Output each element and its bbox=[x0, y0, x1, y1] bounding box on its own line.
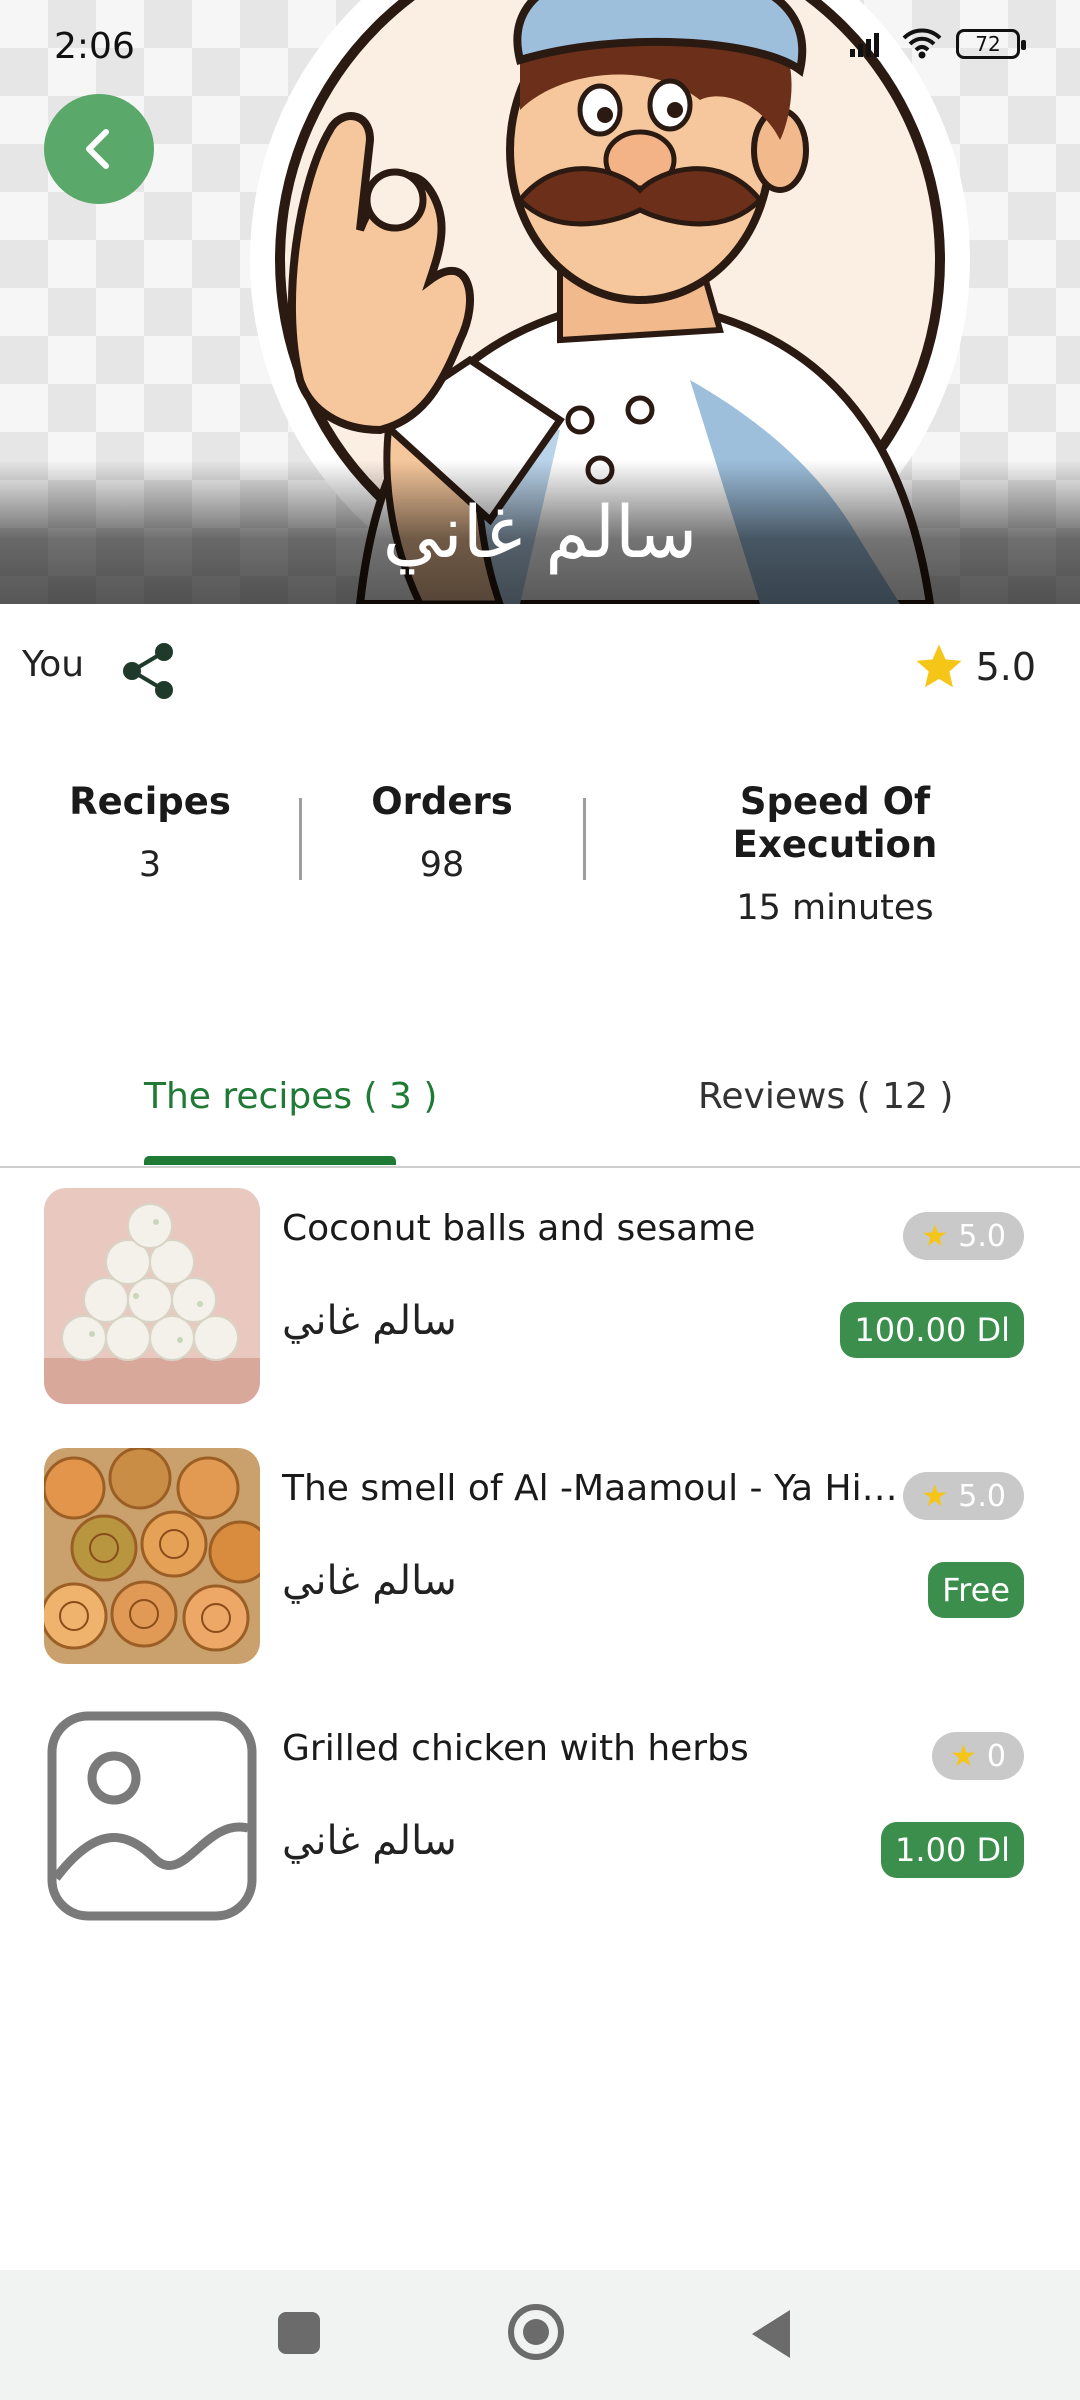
status-bar: 2:06 72 bbox=[0, 0, 1080, 100]
recipe-author: سالم غاني bbox=[282, 1298, 457, 1344]
recipe-thumbnail bbox=[44, 1448, 260, 1664]
status-icons: 72 bbox=[848, 28, 1026, 60]
star-icon: ★ bbox=[921, 1218, 949, 1254]
recipe-rating-value: 5.0 bbox=[958, 1218, 1006, 1254]
recipe-rating-value: 5.0 bbox=[958, 1478, 1006, 1514]
chef-name-title: سالم غاني bbox=[382, 490, 698, 574]
recipe-rating-badge: ★ 5.0 bbox=[903, 1212, 1024, 1260]
stat-label: Speed Of Execution bbox=[732, 780, 938, 866]
recipe-author: سالم غاني bbox=[282, 1558, 457, 1604]
recipe-price-badge: 100.00 Dl bbox=[840, 1302, 1024, 1358]
recipe-list-item[interactable]: Grilled chicken with herbs سالم غاني ★ 0… bbox=[0, 1708, 1080, 1924]
star-icon: ★ bbox=[921, 1478, 949, 1514]
maamoul-image bbox=[44, 1448, 260, 1664]
chef-rating-value: 5.0 bbox=[975, 645, 1036, 689]
stat-value: 98 bbox=[419, 845, 465, 885]
recipe-thumbnail bbox=[44, 1188, 260, 1404]
battery-icon: 72 bbox=[956, 29, 1026, 59]
system-back-button[interactable] bbox=[752, 2310, 790, 2358]
tab-recipes[interactable]: The recipes ( 3 ) bbox=[144, 1076, 437, 1117]
chef-rating: 5.0 bbox=[912, 640, 1036, 694]
star-icon bbox=[916, 644, 962, 688]
system-navigation-bar bbox=[0, 2270, 1080, 2400]
recipe-list-item[interactable]: Coconut balls and sesame سالم غاني ★ 5.0… bbox=[0, 1188, 1080, 1404]
stat-value: 3 bbox=[138, 845, 162, 885]
recipe-title: Coconut balls and sesame bbox=[282, 1208, 756, 1249]
recipe-price-badge: 1.00 Dl bbox=[881, 1822, 1024, 1878]
coconut-balls-image bbox=[44, 1188, 260, 1404]
stat-divider bbox=[299, 798, 302, 880]
recipe-rating-value: 0 bbox=[986, 1738, 1006, 1774]
recipe-price-badge: Free bbox=[928, 1562, 1024, 1618]
signal-icon bbox=[850, 33, 879, 57]
recipe-author: سالم غاني bbox=[282, 1818, 457, 1864]
stat-label: Recipes bbox=[69, 780, 231, 823]
tab-bar: The recipes ( 3 ) Reviews ( 12 ) bbox=[0, 1036, 1080, 1168]
recipe-rating-badge: ★ 0 bbox=[932, 1732, 1024, 1780]
chevron-left-icon bbox=[86, 129, 109, 169]
stat-orders: Orders 98 bbox=[352, 780, 532, 885]
recipe-rating-badge: ★ 5.0 bbox=[903, 1472, 1024, 1520]
stat-speed: Speed Of Execution 15 minutes bbox=[640, 780, 1030, 928]
wifi-icon bbox=[902, 28, 942, 59]
back-button[interactable] bbox=[44, 94, 154, 204]
tab-reviews[interactable]: Reviews ( 12 ) bbox=[698, 1076, 953, 1117]
stat-divider bbox=[583, 798, 586, 880]
battery-level: 72 bbox=[975, 32, 1001, 56]
chef-cover-image: سالم غاني 2:06 72 bbox=[0, 0, 1080, 604]
recipe-title: The smell of Al -Maamoul - Ya Hila ... bbox=[282, 1468, 902, 1509]
owner-label: You bbox=[22, 644, 85, 685]
star-icon: ★ bbox=[950, 1738, 977, 1774]
recipe-title: Grilled chicken with herbs bbox=[282, 1728, 749, 1769]
home-button[interactable] bbox=[508, 2304, 564, 2360]
image-placeholder-icon bbox=[47, 1711, 257, 1921]
tab-indicator bbox=[144, 1156, 396, 1165]
owner-row: You 5.0 bbox=[0, 604, 1080, 738]
share-icon[interactable] bbox=[118, 640, 180, 702]
status-time: 2:06 bbox=[54, 26, 135, 67]
stat-recipes: Recipes 3 bbox=[60, 780, 240, 885]
stats-row: Recipes 3 Orders 98 Speed Of Execution 1… bbox=[0, 780, 1080, 928]
stat-label: Orders bbox=[371, 780, 513, 823]
recent-apps-button[interactable] bbox=[278, 2312, 320, 2354]
recipe-thumbnail bbox=[44, 1708, 260, 1924]
stat-value: 15 minutes bbox=[736, 888, 934, 928]
recipe-list-item[interactable]: The smell of Al -Maamoul - Ya Hila ... س… bbox=[0, 1448, 1080, 1664]
